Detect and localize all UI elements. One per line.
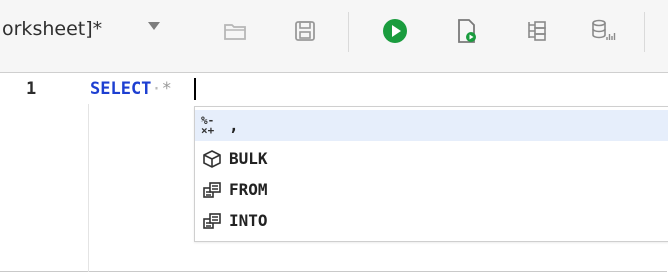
autocomplete-item-bulk[interactable]: BULK — [195, 143, 668, 174]
toolbar: orksheet]* — [0, 0, 668, 73]
star-token: * — [161, 79, 172, 99]
code-line[interactable]: SELECT·* — [90, 79, 172, 99]
autocomplete-item-into[interactable]: INTO — [195, 205, 668, 236]
line-number: 1 — [26, 79, 37, 99]
open-folder-icon[interactable] — [218, 14, 252, 48]
autocomplete-popup: %- ×+ , BULK FROM INTO — [194, 106, 668, 242]
explain-plan-icon[interactable] — [520, 14, 554, 48]
whitespace-dot: · — [151, 79, 162, 99]
gutter-border — [88, 104, 89, 272]
autotrace-icon[interactable] — [586, 14, 620, 48]
toolbar-separator — [348, 12, 349, 52]
autocomplete-item-label: INTO — [229, 211, 268, 230]
save-icon[interactable] — [288, 14, 322, 48]
operators-icon: %- ×+ — [201, 115, 223, 137]
operators-icon-bottom: ×+ — [201, 123, 215, 137]
keyword-icon — [195, 205, 229, 236]
run-icon[interactable] — [378, 14, 412, 48]
chevron-down-icon[interactable] — [148, 22, 160, 30]
worksheet-tab-title[interactable]: orksheet]* — [2, 18, 102, 40]
autocomplete-item-label: BULK — [229, 149, 268, 168]
run-script-icon[interactable] — [450, 14, 484, 48]
autocomplete-item-label: FROM — [229, 180, 268, 199]
sql-keyword: SELECT — [90, 79, 152, 99]
autocomplete-item-comma[interactable]: %- ×+ , — [195, 110, 668, 141]
keyword-icon — [195, 174, 229, 205]
autocomplete-item-label: , — [229, 116, 239, 135]
toolbar-separator — [644, 12, 645, 52]
text-cursor — [194, 78, 196, 100]
cube-icon — [195, 143, 229, 174]
autocomplete-item-from[interactable]: FROM — [195, 174, 668, 205]
